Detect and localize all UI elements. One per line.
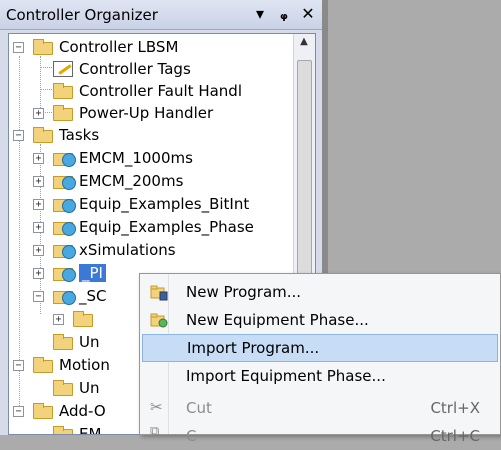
- expand-icon[interactable]: +: [33, 176, 44, 187]
- task-icon: [53, 199, 76, 213]
- expand-icon[interactable]: +: [33, 245, 44, 256]
- expand-icon[interactable]: +: [53, 314, 64, 325]
- tree-item-controller[interactable]: − Controller LBSM: [13, 36, 178, 58]
- folder-icon: [53, 334, 73, 350]
- tree-item-task[interactable]: + Equip_Examples_BitInt: [33, 193, 249, 215]
- tree-item-ungrouped[interactable]: Un: [53, 377, 100, 399]
- tree-item-task[interactable]: + EMCM_1000ms: [33, 147, 193, 169]
- task-icon: [53, 222, 76, 236]
- tree-item-label: _SC: [79, 287, 107, 305]
- expand-icon[interactable]: +: [33, 108, 44, 119]
- tree-item-task[interactable]: + EMCM_200ms: [33, 170, 183, 192]
- tree-item-unscheduled[interactable]: Un: [53, 331, 100, 353]
- tree-item-label: Add-O: [59, 402, 106, 420]
- panel-title: Controller Organizer: [6, 5, 158, 24]
- tree-item-power-up-handler[interactable]: + Power-Up Handler: [33, 102, 213, 124]
- tree-item-label: Power-Up Handler: [79, 104, 214, 122]
- menu-item-new-equipment-phase[interactable]: New Equipment Phase...: [142, 306, 498, 334]
- tree-item-label: Tasks: [59, 126, 100, 144]
- tree-item-controller-tags[interactable]: Controller Tags: [53, 58, 191, 80]
- program-icon: [73, 311, 93, 327]
- menu-item-new-program[interactable]: New Program...: [142, 278, 498, 306]
- tree-item-em[interactable]: EM: [53, 423, 102, 435]
- collapse-icon[interactable]: −: [13, 360, 24, 371]
- tree-item-label: EMCM_1000ms: [79, 149, 193, 167]
- tree-item-motion[interactable]: − Motion: [13, 354, 110, 376]
- folder-icon: [53, 83, 73, 99]
- tree-item-task[interactable]: + xSimulations: [33, 239, 176, 261]
- tree-item-label: Un: [79, 379, 100, 397]
- task-icon: [53, 291, 76, 305]
- collapse-icon[interactable]: −: [13, 42, 24, 53]
- folder-icon: [53, 105, 73, 121]
- collapse-icon[interactable]: −: [13, 406, 24, 417]
- new-phase-icon: [150, 313, 168, 328]
- menu-item-import-equipment-phase[interactable]: Import Equipment Phase...: [142, 362, 498, 390]
- menu-item-import-program[interactable]: Import Program...: [142, 334, 498, 362]
- menu-item-label: Import Equipment Phase...: [186, 367, 386, 385]
- tree-item-label: xSimulations: [79, 241, 176, 259]
- task-icon: [53, 176, 76, 190]
- folder-open-icon: [33, 39, 53, 55]
- menu-item-shortcut: Ctrl+X: [430, 399, 480, 417]
- tags-icon: [53, 61, 73, 77]
- tree-item-add-on[interactable]: − Add-O: [13, 400, 106, 422]
- tree-item-label: Equip_Examples_BitInt: [79, 195, 250, 213]
- scroll-up-icon[interactable]: ▲: [298, 36, 310, 48]
- tree-item-task[interactable]: + Equip_Examples_Phase: [33, 216, 254, 238]
- folder-icon: [53, 426, 73, 434]
- cut-icon: ✂: [150, 398, 163, 416]
- tree-item-label: Un: [79, 333, 100, 351]
- expand-icon[interactable]: +: [33, 268, 44, 279]
- tree-item-label: _PI: [79, 264, 106, 282]
- pin-icon[interactable]: ᵩ: [276, 4, 292, 23]
- context-menu: New Program... New Equipment Phase... Im…: [139, 273, 501, 445]
- expand-icon[interactable]: +: [33, 153, 44, 164]
- tree-item-label: Controller Tags: [79, 60, 191, 78]
- panel-titlebar: Controller Organizer ▾ ᵩ ✕: [0, 0, 322, 30]
- menu-item-label: New Equipment Phase...: [186, 311, 369, 329]
- close-icon[interactable]: ✕: [300, 4, 316, 23]
- tree-item-label: Equip_Examples_Phase: [79, 218, 254, 236]
- tree-item-label: EM: [79, 425, 102, 435]
- tree-item-tasks[interactable]: − Tasks: [13, 124, 99, 146]
- task-icon: [53, 153, 76, 167]
- folder-open-icon: [33, 357, 53, 373]
- task-icon: [53, 245, 76, 259]
- menu-item-label: Import Program...: [187, 339, 320, 357]
- tree-item-task[interactable]: − _SC: [33, 285, 107, 307]
- menu-item-label: C: [186, 427, 197, 445]
- folder-icon: [53, 380, 73, 396]
- menu-item-shortcut: Ctrl+C: [430, 427, 480, 445]
- tree-item-label: EMCM_200ms: [79, 172, 184, 190]
- copy-icon: ⧉: [150, 424, 160, 439]
- menu-item-cut[interactable]: ✂ Cut Ctrl+X: [142, 394, 498, 422]
- menu-item-copy[interactable]: ⧉ C Ctrl+C: [142, 422, 498, 450]
- tree-item-label: Controller LBSM: [59, 38, 179, 56]
- expand-icon[interactable]: +: [33, 222, 44, 233]
- folder-open-icon: [33, 127, 53, 143]
- task-icon: [53, 268, 76, 282]
- tree-item-label: Controller Fault Handl: [79, 82, 242, 100]
- tree-item-fault-handler[interactable]: Controller Fault Handl: [53, 80, 242, 102]
- new-program-icon: [150, 285, 168, 301]
- tree-item-task-selected[interactable]: + _PI: [33, 262, 106, 284]
- collapse-icon[interactable]: −: [13, 130, 24, 141]
- collapse-icon[interactable]: −: [33, 291, 44, 302]
- dropdown-icon[interactable]: ▾: [252, 4, 268, 23]
- tree-item-label: Motion: [59, 356, 110, 374]
- tree-item-program[interactable]: +: [53, 308, 99, 330]
- expand-icon[interactable]: +: [33, 199, 44, 210]
- menu-item-label: New Program...: [186, 283, 302, 301]
- folder-open-icon: [33, 403, 53, 419]
- menu-item-label: Cut: [186, 399, 212, 417]
